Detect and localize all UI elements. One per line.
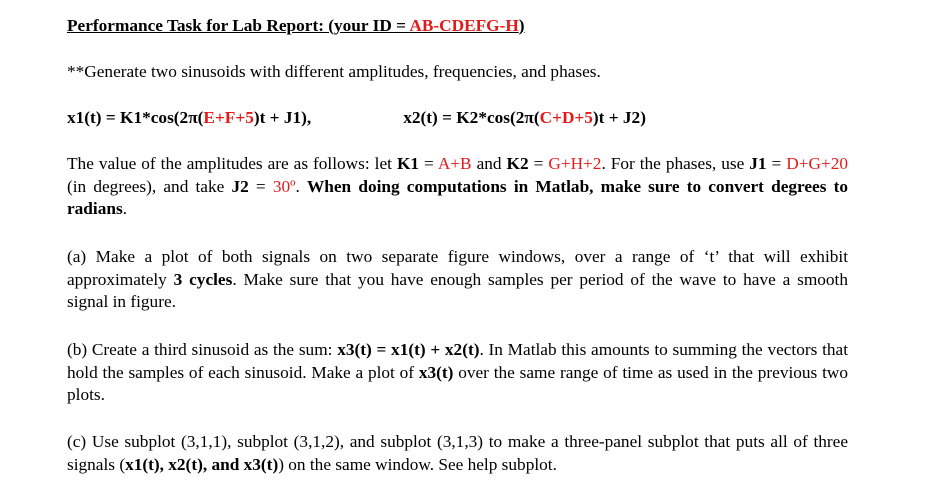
equation-x1: x1(t) = K1*cos(2π(E+F+5)t + J1), bbox=[67, 108, 312, 127]
equation-x2: x2(t) = K2*cos(2π(C+D+5)t + J2) bbox=[403, 108, 646, 127]
student-id: AB-CDEFG-H bbox=[409, 16, 519, 35]
values-paragraph: The value of the amplitudes are as follo… bbox=[67, 154, 849, 218]
page-title: Performance Task for Lab Report: (your I… bbox=[67, 15, 525, 37]
title-prefix: Performance Task for Lab Report: (your I… bbox=[67, 16, 410, 35]
part-c-paragraph: (c) Use subplot (3,1,1), subplot (3,1,2)… bbox=[67, 432, 848, 474]
equations-line: x1(t) = K1*cos(2π(E+F+5)t + J1), x2(t) = … bbox=[67, 107, 646, 129]
part-a-paragraph: (a) Make a plot of both signals on two s… bbox=[67, 247, 848, 311]
title-suffix: ) bbox=[518, 16, 525, 35]
document-page: Performance Task for Lab Report: (your I… bbox=[0, 0, 927, 493]
part-b-paragraph: (b) Create a third sinusoid as the sum: … bbox=[67, 340, 848, 404]
intro-text: **Generate two sinusoids with different … bbox=[67, 62, 601, 81]
